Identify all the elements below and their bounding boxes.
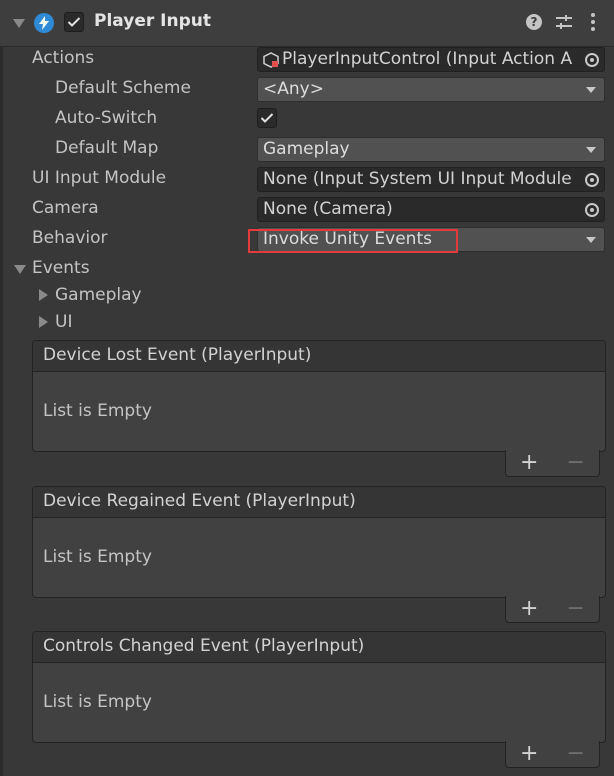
device-lost-event-title: Device Lost Event (PlayerInput) [33, 341, 605, 372]
remove-event-button[interactable]: − [567, 743, 585, 765]
object-picker-icon[interactable] [580, 168, 604, 191]
actions-label: Actions [32, 48, 95, 68]
actions-field[interactable]: PlayerInputControl (Input Action A [257, 47, 605, 72]
device-lost-event-list: Device Lost Event (PlayerInput) List is … [32, 340, 606, 452]
default-map-label: Default Map [55, 138, 159, 158]
device-regained-event-list: Device Regained Event (PlayerInput) List… [32, 486, 606, 598]
add-event-button[interactable]: + [520, 452, 538, 474]
object-picker-icon[interactable] [580, 198, 604, 221]
controls-changed-event-empty: List is Empty [43, 692, 152, 712]
camera-value: None (Camera) [263, 199, 393, 219]
object-picker-icon[interactable] [580, 48, 604, 71]
device-regained-event-title: Device Regained Event (PlayerInput) [33, 487, 605, 518]
device-lost-event-footer: + − [505, 450, 600, 477]
default-scheme-label: Default Scheme [55, 78, 191, 98]
ui-foldout-arrow-icon[interactable] [39, 316, 48, 328]
add-event-button[interactable]: + [520, 743, 538, 765]
presets-icon[interactable] [555, 13, 573, 36]
gameplay-foldout-arrow-icon[interactable] [39, 289, 48, 301]
remove-event-button[interactable]: − [567, 598, 585, 620]
remove-event-button[interactable]: − [567, 452, 585, 474]
chevron-down-icon [586, 87, 596, 93]
controls-changed-event-footer: + − [505, 741, 600, 768]
chevron-down-icon [586, 147, 596, 153]
help-icon[interactable]: ? [526, 14, 542, 30]
camera-label: Camera [32, 198, 99, 218]
default-scheme-value: <Any> [263, 79, 324, 99]
ui-input-module-value: None (Input System UI Input Module [263, 169, 572, 189]
default-scheme-dropdown[interactable]: <Any> [257, 77, 605, 102]
default-map-dropdown[interactable]: Gameplay [257, 137, 605, 162]
component-enabled-checkbox[interactable] [64, 12, 84, 32]
events-label[interactable]: Events [32, 258, 90, 278]
annotation-highlight-box [248, 229, 458, 253]
controls-changed-event-title: Controls Changed Event (PlayerInput) [33, 632, 605, 663]
device-regained-event-empty: List is Empty [43, 547, 152, 567]
left-edge [0, 46, 3, 776]
auto-switch-checkbox[interactable] [257, 108, 277, 128]
device-regained-event-footer: + − [505, 596, 600, 623]
default-map-value: Gameplay [263, 139, 350, 159]
kebab-menu-icon[interactable] [590, 12, 596, 37]
ui-input-module-label: UI Input Module [32, 168, 167, 188]
events-group-ui[interactable]: UI [55, 312, 72, 332]
device-lost-event-empty: List is Empty [43, 401, 152, 421]
camera-field[interactable]: None (Camera) [257, 197, 605, 222]
chevron-down-icon [586, 237, 596, 243]
controls-changed-event-list: Controls Changed Event (PlayerInput) Lis… [32, 631, 606, 743]
collapse-arrow-icon[interactable] [13, 19, 25, 28]
actions-value: PlayerInputControl (Input Action A [282, 49, 573, 69]
component-header [0, 0, 614, 47]
behavior-label: Behavior [32, 228, 108, 248]
ui-input-module-field[interactable]: None (Input System UI Input Module [257, 167, 605, 192]
component-title: Player Input [94, 11, 211, 31]
auto-switch-label: Auto-Switch [55, 108, 158, 128]
events-foldout-arrow-icon[interactable] [14, 265, 26, 274]
add-event-button[interactable]: + [520, 598, 538, 620]
player-input-component-icon [34, 13, 54, 33]
events-group-gameplay[interactable]: Gameplay [55, 285, 142, 305]
input-action-asset-icon [263, 52, 279, 71]
